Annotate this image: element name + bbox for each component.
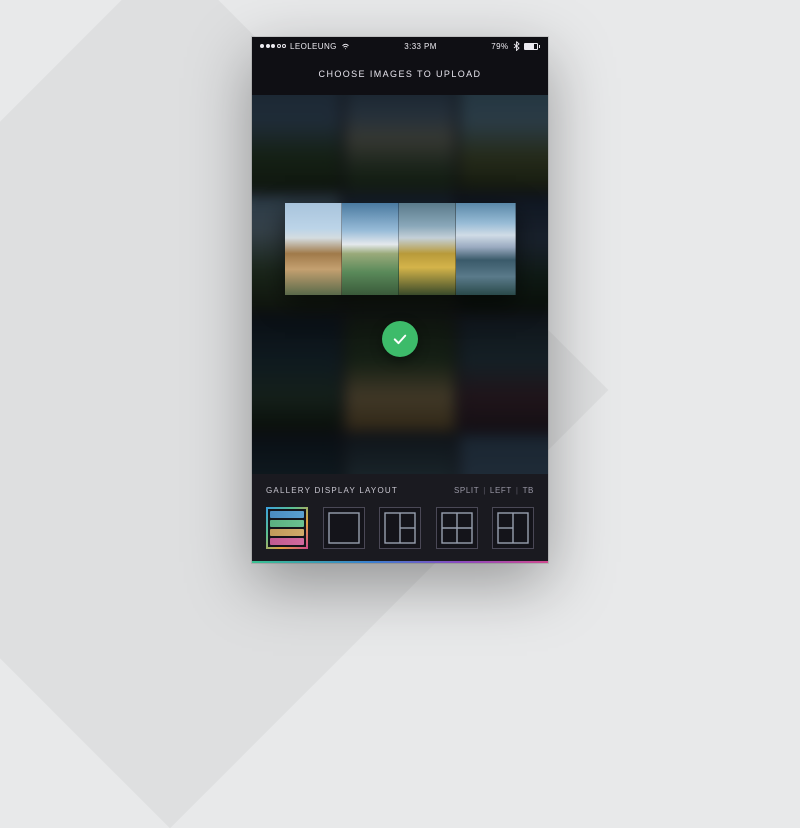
layout-section-label: GALLERY DISPLAY LAYOUT: [266, 486, 398, 495]
separator: |: [483, 486, 486, 495]
selected-image[interactable]: [285, 203, 342, 295]
clock: 3:33 PM: [404, 42, 437, 51]
layout-option-rows[interactable]: [266, 507, 308, 549]
selected-images-strip[interactable]: [285, 203, 516, 295]
layout-option-quad[interactable]: [436, 507, 478, 549]
carrier-label: LEOLEUNG: [290, 42, 337, 51]
check-icon: [391, 330, 409, 348]
signal-dots-icon: [260, 44, 286, 48]
layout-options: [266, 507, 534, 549]
layout-option-right-split[interactable]: [492, 507, 534, 549]
statusbar: LEOLEUNG 3:33 PM 79%: [252, 37, 548, 55]
layout-option-left-split[interactable]: [379, 507, 421, 549]
battery-percent: 79%: [491, 42, 508, 51]
selected-image[interactable]: [342, 203, 399, 295]
bottom-gradient-bar: [252, 561, 548, 563]
separator: |: [516, 486, 519, 495]
layout-left-split-icon: [380, 508, 420, 548]
layout-quad-icon: [437, 508, 477, 548]
bluetooth-icon: [513, 41, 520, 51]
footer-panel: GALLERY DISPLAY LAYOUT SPLIT | LEFT | TB: [252, 474, 548, 563]
mode-option[interactable]: LEFT: [490, 486, 512, 495]
layout-single-icon: [324, 508, 364, 548]
phone-frame: LEOLEUNG 3:33 PM 79% CHOOSE IMAGES TO UP…: [252, 37, 548, 563]
mode-option[interactable]: SPLIT: [454, 486, 479, 495]
layout-modes: SPLIT | LEFT | TB: [454, 486, 534, 495]
selected-image[interactable]: [399, 203, 456, 295]
wifi-icon: [341, 42, 350, 51]
layout-option-single[interactable]: [323, 507, 365, 549]
page-title: CHOOSE IMAGES TO UPLOAD: [252, 55, 548, 95]
layout-right-split-icon: [493, 508, 533, 548]
confirm-button[interactable]: [382, 321, 418, 357]
mode-option[interactable]: TB: [523, 486, 534, 495]
selected-image[interactable]: [456, 203, 516, 295]
battery-icon: [524, 43, 541, 50]
gallery-stage: [252, 95, 548, 474]
